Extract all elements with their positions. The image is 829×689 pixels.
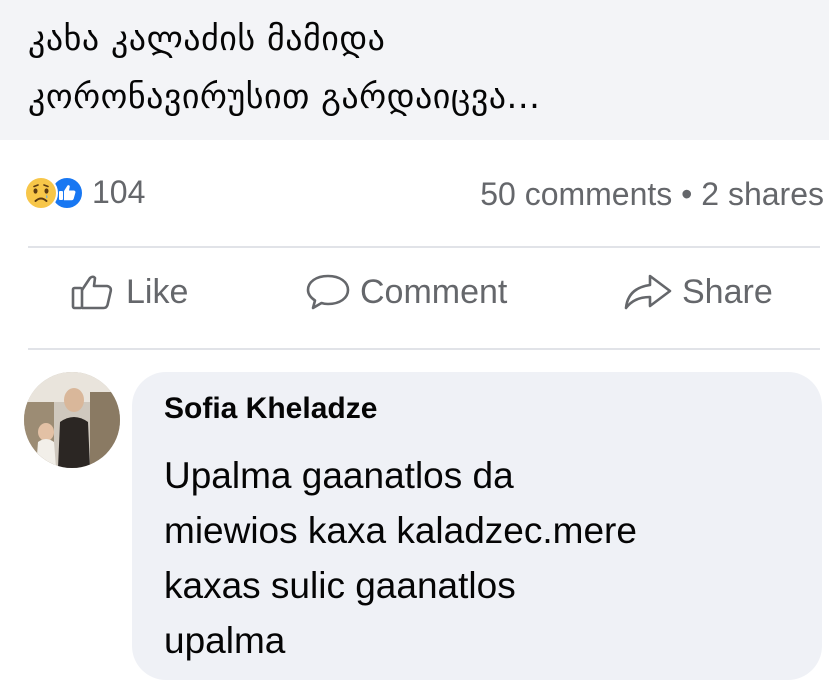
comment-button[interactable]: Comment <box>304 272 507 312</box>
comment-text-line: Upalma gaanatlos da <box>164 455 514 496</box>
comment-author[interactable]: Sofia Kheladze <box>164 392 377 426</box>
comment: Sofia Kheladze Upalma gaanatlos da miewi… <box>24 372 824 682</box>
comment-text: Upalma gaanatlos da miewios kaxa kaladze… <box>164 448 804 668</box>
share-arrow-icon <box>622 272 674 312</box>
comment-text-line: kaxas sulic gaanatlos <box>164 565 516 606</box>
divider <box>28 348 820 350</box>
comment-text-line: miewios kaxa kaladzec.mere <box>164 510 637 551</box>
divider <box>28 246 820 248</box>
speech-bubble-icon <box>304 272 352 312</box>
share-label: Share <box>682 272 773 311</box>
comment-bubble: Sofia Kheladze Upalma gaanatlos da miewi… <box>132 372 822 680</box>
like-label: Like <box>126 272 189 311</box>
post-actions: Like Comment Share <box>28 260 820 340</box>
post-text-line-2: კორონავირუსით გარდაიცვა... <box>28 77 541 117</box>
comment-text-line: upalma <box>164 620 286 661</box>
thumbs-up-icon <box>70 272 118 312</box>
post-text: კახა კალაძის მამიდა კორონავირუსით გარდაი… <box>28 10 818 126</box>
post-stats: 104 50 comments • 2 shares <box>24 168 824 218</box>
reaction-count: 104 <box>92 174 146 210</box>
sad-reaction-icon <box>24 175 58 210</box>
comments-shares-count[interactable]: 50 comments • 2 shares <box>480 176 824 213</box>
avatar[interactable] <box>24 372 120 468</box>
comment-label: Comment <box>360 272 508 311</box>
post-text-line-1: კახა კალაძის მამიდა <box>28 19 386 59</box>
share-button[interactable]: Share <box>622 272 773 312</box>
post-header: კახა კალაძის მამიდა კორონავირუსით გარდაი… <box>0 0 829 140</box>
reactions-summary[interactable]: 104 <box>24 174 145 211</box>
like-button[interactable]: Like <box>70 272 188 312</box>
